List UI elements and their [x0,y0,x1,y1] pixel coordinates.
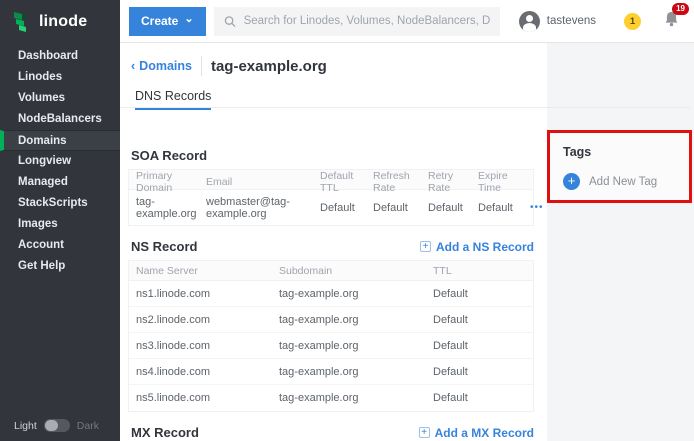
theme-light-label: Light [14,420,37,432]
add-new-tag-label: Add New Tag [589,176,657,188]
avatar[interactable] [519,11,540,32]
ns-table: Name Server Subdomain TTL ns1.linode.com… [128,260,534,412]
soa-header-expire-time: Expire Time [478,170,530,194]
sidebar-item-account[interactable]: Account [0,235,120,256]
page-title: tag-example.org [211,58,327,75]
notification-count-badge: 19 [672,3,689,15]
theme-toggle: Light Dark [14,419,99,432]
tab-dns-records[interactable]: DNS Records [135,89,211,110]
linode-logo-icon [12,11,32,33]
sidebar: linode Dashboard Linodes Volumes NodeBal… [0,0,120,441]
soa-header-primary-domain: Primary Domain [136,170,206,194]
add-mx-record-label: Add a MX Record [435,426,534,440]
linode-logo[interactable]: linode [0,0,120,43]
theme-dark-label: Dark [77,420,99,432]
avatar-person-icon [526,15,533,22]
chevron-down-icon: ⌄ [184,14,193,25]
sidebar-item-domains[interactable]: Domains [0,130,120,151]
soa-table-row: tag-example.org webmaster@tag-example.or… [129,190,533,225]
sidebar-item-longview[interactable]: Longview [0,151,120,172]
notifications-button[interactable]: 19 [663,10,680,33]
breadcrumb-divider [201,56,202,76]
ns-section-title: NS Record [131,239,197,254]
search-input[interactable] [244,15,490,27]
topbar: Create ⌄ tastevens 1 19 [120,0,694,43]
sidebar-item-stackscripts[interactable]: StackScripts [0,193,120,214]
ns-record-section: NS Record + Add a NS Record Name Server … [120,239,547,412]
sidebar-item-get-help[interactable]: Get Help [0,256,120,277]
ns-header-ttl: TTL [433,265,533,277]
sidebar-item-nodebalancers[interactable]: NodeBalancers [0,109,120,130]
add-new-tag-button[interactable]: + Add New Tag [563,173,689,190]
tags-panel-title: Tags [563,145,689,159]
username[interactable]: tastevens [547,15,596,27]
user-area: tastevens 1 19 [519,10,680,33]
main-content: ‹ Domains tag-example.org SOA Record Pri… [120,43,694,441]
back-chevron-icon: ‹ [131,59,135,73]
sidebar-item-managed[interactable]: Managed [0,172,120,193]
plus-circle-icon: + [563,173,580,190]
sidebar-item-images[interactable]: Images [0,214,120,235]
sidebar-item-volumes[interactable]: Volumes [0,88,120,109]
soa-primary-domain: tag-example.org [136,196,206,220]
soa-table-header: Primary Domain Email Default TTL Refresh… [129,170,533,190]
theme-switch[interactable] [44,419,70,432]
soa-expire-time: Default [478,202,530,214]
create-button-label: Create [141,14,178,28]
plus-square-icon: + [420,241,431,252]
soa-record-section: SOA Record Primary Domain Email Default … [120,148,547,226]
add-ns-record-label: Add a NS Record [436,240,534,254]
ns-table-row: ns3.linode.com tag-example.org Default [129,333,533,359]
account-badge[interactable]: 1 [624,13,641,30]
ns-table-row: ns4.linode.com tag-example.org Default [129,359,533,385]
ns-table-row: ns5.linode.com tag-example.org Default [129,385,533,411]
breadcrumb: ‹ Domains tag-example.org [120,43,547,76]
create-button[interactable]: Create ⌄ [129,7,206,36]
mx-record-section: MX Record + Add a MX Record Mail Server … [120,425,547,441]
search-bar[interactable] [214,7,500,36]
soa-header-retry-rate: Retry Rate [428,170,478,194]
breadcrumb-back-link[interactable]: ‹ Domains [131,59,192,73]
mx-section-title: MX Record [131,425,199,440]
tags-panel-annotation-box: Tags + Add New Tag [547,130,692,203]
soa-refresh-rate: Default [373,202,428,214]
soa-actions-menu-icon[interactable]: ••• [530,202,556,213]
brand-name: linode [39,13,87,31]
ns-table-row: ns2.linode.com tag-example.org Default [129,307,533,333]
soa-header-default-ttl: Default TTL [320,170,373,194]
search-icon [224,15,236,28]
add-mx-record-button[interactable]: + Add a MX Record [419,426,534,440]
soa-section-title: SOA Record [131,148,207,163]
soa-retry-rate: Default [428,202,478,214]
soa-email: webmaster@tag-example.org [206,196,320,220]
sidebar-item-dashboard[interactable]: Dashboard [0,46,120,67]
breadcrumb-back-label: Domains [139,59,192,73]
sidebar-item-linodes[interactable]: Linodes [0,67,120,88]
ns-header-name-server: Name Server [136,265,279,277]
ns-table-header: Name Server Subdomain TTL [129,261,533,281]
theme-switch-knob [45,420,58,431]
soa-default-ttl: Default [320,202,373,214]
soa-header-email: Email [206,176,320,188]
ns-header-subdomain: Subdomain [279,265,433,277]
ns-table-row: ns1.linode.com tag-example.org Default [129,281,533,307]
add-ns-record-button[interactable]: + Add a NS Record [420,240,534,254]
soa-header-refresh-rate: Refresh Rate [373,170,428,194]
soa-table: Primary Domain Email Default TTL Refresh… [128,169,534,226]
plus-square-icon: + [419,427,430,438]
sidebar-nav: Dashboard Linodes Volumes NodeBalancers … [0,46,120,277]
